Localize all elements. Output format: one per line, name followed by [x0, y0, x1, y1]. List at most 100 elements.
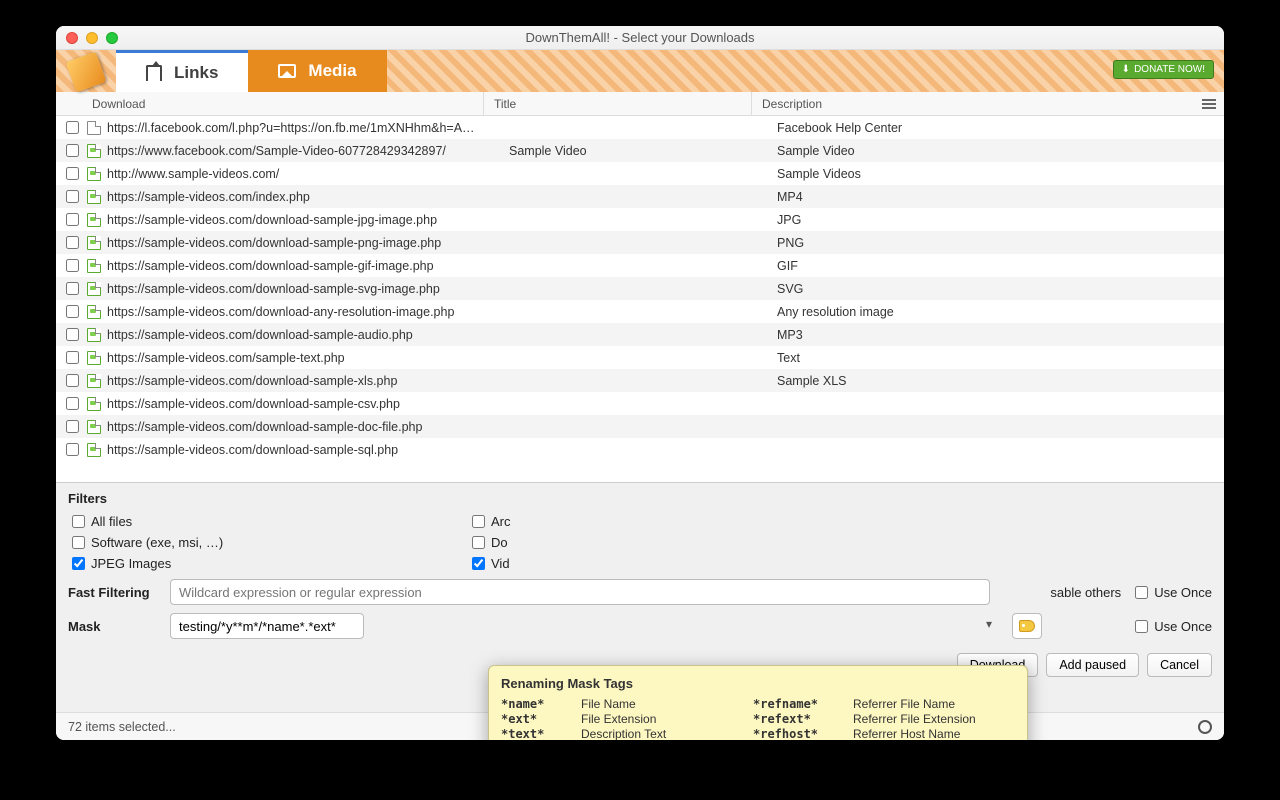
- row-desc: SVG: [767, 282, 1224, 296]
- file-icon: [87, 236, 101, 250]
- filter-videos-checkbox[interactable]: [472, 557, 485, 570]
- media-icon: [278, 64, 296, 78]
- gear-icon[interactable]: [1198, 720, 1212, 734]
- donate-button[interactable]: ⬇ DONATE NOW!: [1113, 60, 1214, 79]
- file-icon: [87, 397, 101, 411]
- col-download[interactable]: Download: [86, 92, 484, 115]
- tab-links[interactable]: Links: [116, 50, 248, 92]
- row-checkbox[interactable]: [66, 144, 79, 157]
- file-icon: [87, 374, 101, 388]
- filter-archives-checkbox[interactable]: [472, 515, 485, 528]
- fast-filter-label: Fast Filtering: [68, 585, 158, 600]
- table-row[interactable]: https://sample-videos.com/download-sampl…: [56, 208, 1224, 231]
- mask-tag-desc: Referrer File Name: [853, 697, 1015, 711]
- filter-documents[interactable]: Do: [472, 535, 532, 550]
- filter-documents-checkbox[interactable]: [472, 536, 485, 549]
- row-checkbox[interactable]: [66, 167, 79, 180]
- table-row[interactable]: https://sample-videos.com/download-any-r…: [56, 300, 1224, 323]
- col-description[interactable]: Description: [762, 97, 822, 111]
- download-arrow-icon: ⬇: [1122, 64, 1130, 75]
- mask-tags-button[interactable]: [1012, 613, 1042, 639]
- row-checkbox[interactable]: [66, 121, 79, 134]
- table-row[interactable]: https://sample-videos.com/download-sampl…: [56, 415, 1224, 438]
- tab-media[interactable]: Media: [248, 50, 386, 92]
- columns-menu-icon[interactable]: [1202, 99, 1216, 109]
- row-checkbox[interactable]: [66, 420, 79, 433]
- filter-jpeg[interactable]: JPEG Images: [72, 556, 432, 571]
- mask-tag-desc: Referrer File Extension: [853, 712, 1015, 726]
- header-bar: Links Media ⬇ DONATE NOW!: [56, 50, 1224, 92]
- table-row[interactable]: https://sample-videos.com/sample-text.ph…: [56, 346, 1224, 369]
- file-icon: [87, 144, 101, 158]
- row-checkbox[interactable]: [66, 236, 79, 249]
- mask-use-once[interactable]: Use Once: [1135, 619, 1212, 634]
- row-desc: PNG: [767, 236, 1224, 250]
- table-row[interactable]: https://sample-videos.com/download-sampl…: [56, 438, 1224, 461]
- file-icon: [87, 351, 101, 365]
- row-checkbox[interactable]: [66, 374, 79, 387]
- table-row[interactable]: http://www.sample-videos.com/Sample Vide…: [56, 162, 1224, 185]
- file-icon: [87, 328, 101, 342]
- filter-all[interactable]: All files: [72, 514, 432, 529]
- row-desc: GIF: [767, 259, 1224, 273]
- add-paused-button[interactable]: Add paused: [1046, 653, 1139, 677]
- file-icon: [87, 190, 101, 204]
- cancel-button[interactable]: Cancel: [1147, 653, 1212, 677]
- row-desc: MP4: [767, 190, 1224, 204]
- row-checkbox[interactable]: [66, 351, 79, 364]
- fast-use-once-checkbox[interactable]: [1135, 586, 1148, 599]
- mask-tag: *refhost*: [753, 727, 853, 740]
- fast-filter-input[interactable]: [170, 579, 990, 605]
- table-row[interactable]: https://sample-videos.com/download-sampl…: [56, 369, 1224, 392]
- tooltip-title: Renaming Mask Tags: [501, 676, 1015, 691]
- row-checkbox[interactable]: [66, 213, 79, 226]
- row-desc: Sample Video: [767, 144, 1224, 158]
- filter-all-checkbox[interactable]: [72, 515, 85, 528]
- table-row[interactable]: https://sample-videos.com/download-sampl…: [56, 323, 1224, 346]
- file-icon: [87, 259, 101, 273]
- mask-tag: *name*: [501, 697, 581, 711]
- mask-tag-desc: Description Text: [581, 727, 753, 740]
- table-row[interactable]: https://sample-videos.com/index.phpMP4: [56, 185, 1224, 208]
- file-icon: [87, 282, 101, 296]
- row-url: http://www.sample-videos.com/: [107, 167, 499, 181]
- disable-others[interactable]: sable others: [1050, 585, 1121, 600]
- file-icon: [87, 305, 101, 319]
- file-icon: [87, 420, 101, 434]
- row-url: https://sample-videos.com/download-sampl…: [107, 213, 499, 227]
- row-checkbox[interactable]: [66, 282, 79, 295]
- col-title[interactable]: Title: [484, 92, 752, 115]
- window-title: DownThemAll! - Select your Downloads: [56, 30, 1224, 45]
- filter-archives[interactable]: Arc: [472, 514, 532, 529]
- row-checkbox[interactable]: [66, 305, 79, 318]
- row-checkbox[interactable]: [66, 190, 79, 203]
- table-row[interactable]: https://sample-videos.com/download-sampl…: [56, 277, 1224, 300]
- row-url: https://sample-videos.com/download-sampl…: [107, 282, 499, 296]
- row-checkbox[interactable]: [66, 259, 79, 272]
- mask-label: Mask: [68, 619, 158, 634]
- filter-jpeg-checkbox[interactable]: [72, 557, 85, 570]
- mask-tag-desc: Referrer Host Name: [853, 727, 1015, 740]
- table-row[interactable]: https://www.facebook.com/Sample-Video-60…: [56, 139, 1224, 162]
- mask-input[interactable]: [170, 613, 364, 639]
- link-list[interactable]: https://l.facebook.com/l.php?u=https://o…: [56, 116, 1224, 482]
- row-checkbox[interactable]: [66, 397, 79, 410]
- filter-software[interactable]: Software (exe, msi, …): [72, 535, 432, 550]
- table-row[interactable]: https://sample-videos.com/download-sampl…: [56, 231, 1224, 254]
- row-checkbox[interactable]: [66, 443, 79, 456]
- fast-use-once[interactable]: Use Once: [1135, 585, 1212, 600]
- row-url: https://sample-videos.com/download-sampl…: [107, 374, 499, 388]
- mask-tag: *text*: [501, 727, 581, 740]
- row-desc: Text: [767, 351, 1224, 365]
- table-row[interactable]: https://sample-videos.com/download-sampl…: [56, 254, 1224, 277]
- table-row[interactable]: https://sample-videos.com/download-sampl…: [56, 392, 1224, 415]
- tabs: Links Media: [116, 50, 387, 92]
- row-checkbox[interactable]: [66, 328, 79, 341]
- table-row[interactable]: https://l.facebook.com/l.php?u=https://o…: [56, 116, 1224, 139]
- filter-videos[interactable]: Vid: [472, 556, 532, 571]
- row-desc: Sample XLS: [767, 374, 1224, 388]
- mask-use-once-checkbox[interactable]: [1135, 620, 1148, 633]
- filter-software-checkbox[interactable]: [72, 536, 85, 549]
- row-url: https://sample-videos.com/download-any-r…: [107, 305, 499, 319]
- row-desc: Any resolution image: [767, 305, 1224, 319]
